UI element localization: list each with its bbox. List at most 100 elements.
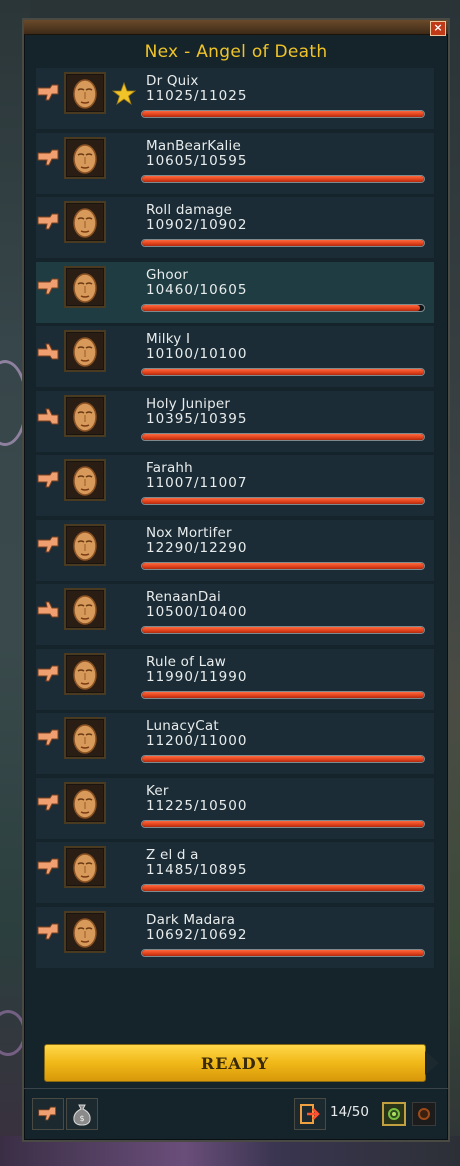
player-hp: 10100/10100 — [146, 346, 248, 362]
ready-button[interactable]: READY — [44, 1044, 439, 1082]
hp-bar — [141, 303, 425, 312]
player-row[interactable]: Dark Madara 10692/10692 — [36, 906, 434, 968]
player-row[interactable]: Ker 11225/10500 — [36, 777, 434, 839]
hp-bar — [141, 432, 425, 441]
player-row[interactable]: Nox Mortifer 12290/12290 — [36, 519, 434, 581]
player-row[interactable]: LunacyCat 11200/11000 — [36, 713, 434, 774]
hp-bar-fill — [142, 498, 424, 504]
player-row[interactable]: Rule of Law 11990/11990 — [36, 648, 434, 710]
hp-bar-fill — [142, 304, 421, 311]
thumbs-down-icon[interactable] — [36, 663, 62, 685]
thumbs-up-icon[interactable] — [36, 405, 62, 427]
player-hp: 11007/11007 — [146, 475, 248, 491]
avatar — [64, 910, 106, 953]
avatar — [64, 846, 106, 888]
hp-bar — [141, 497, 425, 505]
avatar — [64, 588, 106, 630]
thumbs-down-icon[interactable] — [36, 82, 62, 104]
avatar — [64, 394, 106, 437]
player-hp: 10692/10692 — [146, 926, 248, 943]
player-hp: 11200/11000 — [146, 733, 248, 749]
player-name: Dark Madara — [146, 911, 236, 928]
player-row[interactable]: Farahh 11007/11007 — [36, 455, 434, 516]
hp-bar — [141, 948, 425, 957]
star-icon — [112, 82, 136, 106]
avatar — [64, 781, 106, 824]
thumbs-down-icon[interactable] — [36, 727, 62, 749]
face-icon — [67, 139, 103, 176]
player-hp: 12290/12290 — [146, 539, 248, 556]
hp-bar-fill — [142, 885, 424, 891]
ready-label: READY — [200, 1053, 270, 1073]
hp-bar-fill — [142, 949, 424, 956]
face-icon — [67, 397, 103, 434]
player-name: Milky I — [146, 331, 191, 347]
thumbs-down-icon[interactable] — [36, 147, 62, 169]
thumbs-down-icon[interactable] — [36, 469, 62, 491]
svg-text:$: $ — [79, 1114, 84, 1123]
thumbs-up-icon[interactable] — [36, 598, 62, 620]
panel-title: Nex - Angel of Death — [144, 42, 328, 62]
player-hp: 10605/10595 — [146, 152, 248, 169]
hp-bar — [141, 819, 425, 828]
leave-group-button[interactable] — [294, 1098, 326, 1130]
player-name: LunacyCat — [146, 718, 219, 734]
player-hp: 11485/10895 — [146, 862, 248, 878]
thumbs-up-icon[interactable] — [36, 340, 62, 362]
thumbs-down-icon[interactable] — [36, 856, 62, 878]
player-count: 14/50 — [330, 1104, 369, 1120]
avatar — [64, 652, 106, 695]
hp-bar — [141, 368, 425, 376]
player-row[interactable]: Roll damage 10902/10902 — [36, 197, 434, 258]
face-icon — [67, 849, 103, 885]
money-bag-button[interactable]: $ — [66, 1098, 98, 1130]
player-name: Roll damage — [146, 202, 233, 218]
player-row[interactable]: Dr Quix 11025/11025 — [36, 68, 434, 129]
player-name: Z el d a — [146, 847, 199, 863]
hp-bar-fill — [142, 820, 424, 827]
player-name: Holy Juniper — [146, 395, 231, 412]
hp-bar-fill — [142, 627, 424, 633]
player-row[interactable]: RenaanDai 10500/10400 — [36, 584, 434, 645]
player-row[interactable]: Z el d a 11485/10895 — [36, 842, 434, 903]
player-list: Dr Quix 11025/11025 ManBearKalie 10605/1… — [36, 68, 434, 971]
divider — [24, 1088, 448, 1089]
player-hp: 11990/11990 — [146, 668, 248, 685]
face-icon — [67, 591, 103, 627]
hp-bar-fill — [142, 240, 424, 246]
window-titlebar[interactable]: × — [24, 20, 448, 36]
thumbs-down-icon[interactable] — [36, 921, 62, 943]
hp-bar-fill — [142, 111, 424, 117]
player-name: RenaanDai — [146, 589, 221, 605]
player-name: Rule of Law — [146, 653, 227, 670]
thumbs-down-icon[interactable] — [36, 792, 62, 814]
face-icon — [67, 204, 103, 240]
player-name: Farahh — [146, 460, 193, 476]
face-icon — [67, 333, 103, 369]
hp-bar — [141, 690, 425, 699]
thumbs-down-button[interactable] — [32, 1098, 64, 1130]
player-row[interactable]: Milky I 10100/10100 — [36, 326, 434, 387]
player-row[interactable]: ManBearKalie 10605/10595 — [36, 132, 434, 194]
thumbs-down-icon[interactable] — [36, 534, 62, 556]
player-row[interactable]: Ghoor 10460/10605 — [36, 261, 434, 323]
hp-bar-fill — [142, 562, 424, 569]
arrow-icon — [425, 1051, 439, 1075]
player-row[interactable]: Holy Juniper 10395/10395 — [36, 390, 434, 452]
thumbs-down-icon[interactable] — [36, 211, 62, 233]
player-name: Dr Quix — [146, 73, 199, 89]
player-name: Ker — [146, 782, 169, 799]
group-panel: × Nex - Angel of Death Dr Quix 11025/110… — [22, 18, 450, 1142]
hp-bar — [141, 239, 425, 247]
face-icon — [67, 268, 103, 305]
player-hp: 10500/10400 — [146, 604, 248, 620]
player-hp: 10902/10902 — [146, 217, 248, 233]
orange-toggle[interactable] — [412, 1102, 436, 1126]
close-button[interactable]: × — [430, 21, 446, 36]
orange-toggle-icon — [418, 1108, 430, 1120]
green-toggle[interactable] — [382, 1102, 406, 1126]
avatar — [64, 717, 106, 759]
thumbs-down-icon[interactable] — [36, 276, 62, 298]
avatar — [64, 201, 106, 243]
hp-bar — [141, 561, 425, 570]
